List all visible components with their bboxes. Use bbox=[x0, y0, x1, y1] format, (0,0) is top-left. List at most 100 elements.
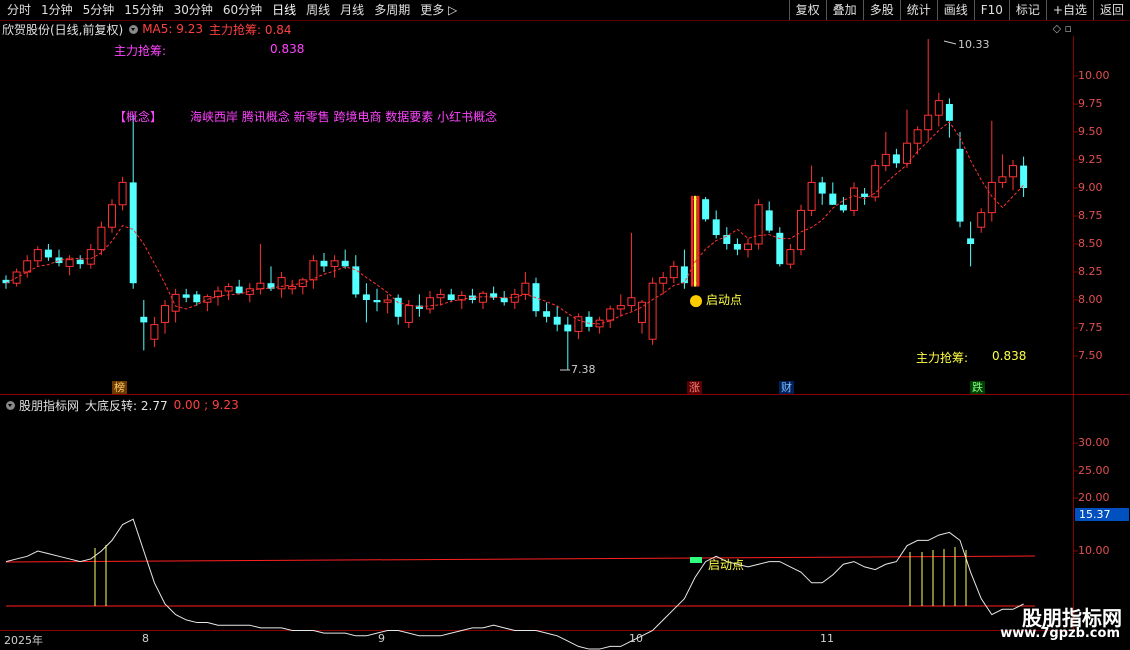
tool-buttons: 复权 叠加 多股 统计 画线 F10 标记 +自选 返回 bbox=[788, 0, 1130, 20]
tool-button-1[interactable]: 叠加 bbox=[825, 0, 863, 20]
tag-zhang[interactable]: 涨 bbox=[687, 381, 702, 394]
candle-body-9 bbox=[97, 226, 106, 251]
candle-body-91 bbox=[967, 238, 975, 244]
date-11: 11 bbox=[820, 632, 834, 645]
period-tab-6[interactable]: 日线 bbox=[267, 0, 301, 20]
period-toolbar: 分时 1分钟 5分钟 15分钟 30分钟 60分钟 日线 周线 月线 多周期 更多 ▷ 复权 叠加 多股… bbox=[0, 0, 1130, 21]
concept-list: 海峡西岸 腾讯概念 新零售 跨境电商 数据要素 小红书概念 bbox=[190, 110, 498, 124]
sub-dropdown-icon[interactable] bbox=[6, 400, 15, 410]
tag-cai[interactable]: 财 bbox=[779, 381, 794, 394]
candle-body-66 bbox=[702, 199, 710, 220]
ma5-line bbox=[5, 121, 1024, 325]
period-tab-0[interactable]: 分时 bbox=[2, 0, 36, 20]
period-tab-4[interactable]: 30分钟 bbox=[169, 0, 218, 20]
period-tab-9[interactable]: 多周期 bbox=[369, 0, 415, 20]
candle-body-34 bbox=[362, 294, 370, 300]
tool-button-5[interactable]: F10 bbox=[973, 0, 1009, 20]
candle-body-53 bbox=[564, 324, 572, 332]
candle-body-24 bbox=[256, 282, 265, 290]
candle-body-19 bbox=[203, 296, 212, 303]
candle-body-74 bbox=[786, 249, 795, 265]
qdd-label: 启动点 bbox=[706, 293, 743, 307]
candle-body-18 bbox=[193, 294, 201, 303]
candle-body-78 bbox=[829, 193, 837, 205]
candle-body-40 bbox=[426, 297, 434, 310]
zl-value-text-2: 0.838 bbox=[992, 349, 1027, 363]
candle-body-26 bbox=[277, 277, 286, 290]
dropdown-circle-icon[interactable] bbox=[129, 24, 139, 34]
candle-body-63 bbox=[669, 265, 678, 279]
candle-body-77 bbox=[818, 182, 826, 194]
candle-body-95 bbox=[1009, 165, 1017, 178]
candle-body-6 bbox=[65, 259, 74, 267]
sub-indicator-extra: 0.00 ; 9.23 bbox=[173, 398, 239, 412]
candle-body-4 bbox=[44, 249, 52, 258]
candle-body-7 bbox=[76, 259, 84, 265]
candle-body-85 bbox=[903, 142, 911, 164]
candle-body-17 bbox=[182, 294, 190, 298]
candle-body-47 bbox=[500, 297, 508, 303]
candle-body-0 bbox=[2, 279, 10, 284]
tag-die[interactable]: 跌 bbox=[970, 381, 985, 394]
price-tick-9: 7.75 bbox=[1078, 321, 1103, 334]
candle-body-82 bbox=[871, 165, 880, 198]
period-tab-2[interactable]: 5分钟 bbox=[78, 0, 120, 20]
date-2025: 2025年 bbox=[4, 634, 43, 647]
candle-body-45 bbox=[479, 292, 487, 303]
low-price-label: 7.38 bbox=[571, 363, 596, 376]
candle-body-23 bbox=[245, 288, 254, 295]
price-tick-4: 9.00 bbox=[1078, 181, 1103, 194]
sub-tick-3: 10.00 bbox=[1078, 544, 1110, 557]
candle-body-80 bbox=[850, 187, 858, 211]
candle-body-33 bbox=[352, 266, 360, 295]
zl-title-text-2: 主力抢筹: bbox=[916, 351, 969, 365]
date-10: 10 bbox=[629, 632, 643, 645]
period-tab-10[interactable]: 更多 ▷ bbox=[415, 0, 462, 20]
price-tick-3: 9.25 bbox=[1078, 153, 1103, 166]
candle-body-32 bbox=[341, 260, 349, 267]
sub-indicator-bar: 股朋指标网 大底反转: 2.77 0.00 ; 9.23 bbox=[0, 397, 239, 413]
period-tab-1[interactable]: 1分钟 bbox=[36, 0, 78, 20]
candle-body-57 bbox=[606, 308, 615, 321]
period-tab-8[interactable]: 月线 bbox=[335, 0, 369, 20]
candle-body-51 bbox=[543, 311, 551, 317]
period-tab-3[interactable]: 15分钟 bbox=[119, 0, 168, 20]
sub-white-line bbox=[5, 518, 1024, 650]
tool-button-0[interactable]: 复权 bbox=[788, 0, 826, 20]
period-tab-7[interactable]: 周线 bbox=[301, 0, 335, 20]
candle-body-27 bbox=[288, 286, 297, 290]
candle-body-75 bbox=[797, 209, 805, 251]
candle-body-28 bbox=[298, 279, 307, 288]
period-tab-5[interactable]: 60分钟 bbox=[218, 0, 267, 20]
candle-body-50 bbox=[532, 283, 540, 312]
tool-button-2[interactable]: 多股 bbox=[862, 0, 900, 20]
tool-button-3[interactable]: 统计 bbox=[899, 0, 937, 20]
sub-indicator-name: 股朋指标网 bbox=[19, 398, 80, 413]
candle-body-96 bbox=[1020, 165, 1028, 188]
tag-bang[interactable]: 榜 bbox=[112, 381, 127, 394]
candle-body-84 bbox=[892, 154, 900, 164]
price-tick-8: 8.00 bbox=[1078, 293, 1103, 306]
candle-body-67 bbox=[712, 219, 720, 236]
tool-button-6[interactable]: 标记 bbox=[1008, 0, 1046, 20]
tool-button-7[interactable]: +自选 bbox=[1045, 0, 1093, 20]
sub-tick-1: 25.00 bbox=[1078, 464, 1110, 477]
candle-body-36 bbox=[383, 299, 392, 303]
tool-button-4[interactable]: 画线 bbox=[936, 0, 974, 20]
panel-control-icons[interactable]: ◇ ▫ bbox=[1053, 22, 1072, 35]
candle-body-12 bbox=[129, 182, 137, 284]
price-tick-6: 8.50 bbox=[1078, 237, 1103, 250]
tool-button-8[interactable]: 返回 bbox=[1092, 0, 1130, 20]
candle-body-55 bbox=[585, 316, 593, 327]
candle-body-92 bbox=[977, 212, 986, 228]
candle-body-62 bbox=[659, 277, 668, 284]
candle-body-56 bbox=[595, 319, 604, 328]
zl-title-text: 主力抢筹: bbox=[114, 44, 167, 58]
candle-body-83 bbox=[881, 153, 890, 167]
sub-tick-0: 30.00 bbox=[1078, 436, 1110, 449]
candle-body-88 bbox=[934, 100, 943, 116]
candle-body-60 bbox=[638, 301, 646, 323]
sub-tick-2: 20.00 bbox=[1078, 491, 1110, 504]
watermark-url: www.7gpzb.com bbox=[1000, 626, 1120, 641]
main-chart[interactable] bbox=[0, 0, 1130, 650]
